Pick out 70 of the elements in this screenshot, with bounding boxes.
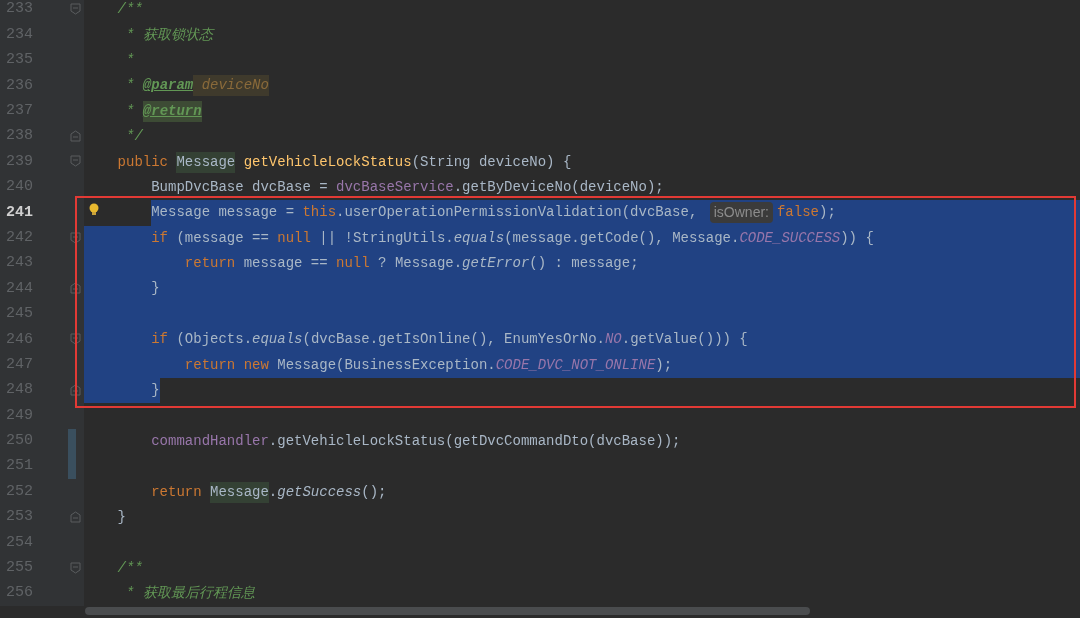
code-token: (dvcBase.getIsOnline(), EnumYesOrNo. [302,330,605,350]
code-token: )) { [840,228,874,248]
code-token: (Objects. [176,330,253,350]
fold-icon[interactable] [70,333,81,346]
fold-icon[interactable] [70,155,81,168]
fold-icon[interactable] [70,129,81,142]
code-token: dvcBaseService [336,177,454,197]
fold-icon[interactable] [70,383,81,396]
fold-icon[interactable] [70,231,81,244]
fold-icon[interactable] [70,561,81,574]
code-token: null [336,254,370,274]
code-token: return new [184,355,270,375]
code-token: getVehicleLockStatus [242,152,412,172]
code-token: || !StringUtils. [318,228,454,248]
code-token: (String deviceNo) { [411,152,572,172]
code-token: return [151,482,203,502]
code-token: * [126,101,136,121]
code-token: this [302,203,337,223]
code-token: /** [117,558,143,578]
code-token: */ [126,127,143,147]
code-token: BumpDvcBase dvcBase = [151,177,329,197]
code-token: deviceNo [193,75,269,97]
code-token: } [117,508,126,527]
code-token: CODE_DVC_NOT_ONLINE [495,355,656,375]
code-token: Message [210,481,269,503]
code-token: } [151,381,160,401]
code-token: Message(BusinessException. [277,355,496,375]
code-token: * [126,50,135,70]
code-token: Message message = [151,203,296,223]
lightbulb-icon[interactable] [89,203,99,218]
code-token: getSuccess [277,482,362,502]
horizontal-scrollbar[interactable] [85,607,810,615]
code-token: message == [243,254,329,274]
line-number: 241 [5,202,33,223]
code-token: .userOperationPermissionValidation(dvcBase, [336,203,699,223]
code-token: commandHandler [151,431,269,451]
code-token: (message.getCode(), Message. [504,228,740,248]
code-token: NO [604,330,622,350]
code-token: } [151,279,160,299]
code-token: equals [252,330,303,350]
code-token: Message [176,151,236,173]
code-token: .getValue())) { [621,330,748,350]
code-token: * 获取锁状态 [126,25,213,45]
code-token: equals [453,228,505,248]
code-token: * [126,76,136,96]
code-token: null [277,228,311,248]
fold-icon[interactable] [70,282,81,295]
fold-icon[interactable] [70,3,81,15]
code-token: public [117,152,170,172]
parameter-hint: isOwner: [709,202,773,224]
code-token: (message == [176,228,270,248]
fold-icon[interactable] [70,510,81,523]
code-token: ); [655,355,673,375]
code-token: getError [462,254,530,274]
code-token: false [776,203,819,223]
code-token: return [184,254,237,274]
code-token: if [151,228,170,248]
code-token: () : message; [529,254,639,274]
code-token: (); [361,482,387,502]
code-token: .getByDeviceNo(deviceNo); [453,177,664,197]
code-token: * 获取最后行程信息 [126,584,255,604]
code-token: ); [819,203,836,223]
code-token: ? Message. [377,254,463,274]
code-token: CODE_SUCCESS [739,228,841,248]
code-token: @return [142,100,202,122]
code-token: /** [117,0,143,20]
code-token: @param [142,76,194,96]
code-token: if [151,330,170,350]
code-token: . [268,482,278,502]
code-token: .getVehicleLockStatus(getDvcCommandDto(dvcBase)); [268,431,681,451]
